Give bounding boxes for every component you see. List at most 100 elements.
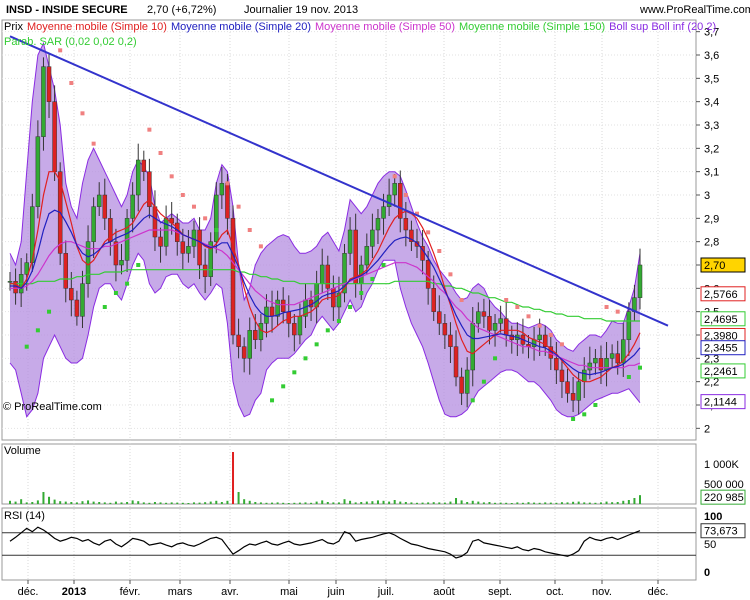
y-tick-label: 3,5 [704, 73, 719, 85]
candle-body [225, 183, 230, 219]
legend-bollinger: Boll sup Boll inf (20 2) [609, 21, 717, 33]
candle-body [565, 381, 570, 394]
candle-body [214, 194, 219, 242]
sar-dot [638, 365, 642, 370]
candle-body [347, 229, 353, 254]
x-tick-label: nov. [592, 586, 612, 598]
value-label-text: 2,4695 [704, 314, 738, 326]
volume-bar [460, 500, 463, 504]
sar-dot [147, 127, 152, 132]
sar-dot [91, 141, 96, 146]
sar-dot [459, 298, 464, 302]
sar-dot [470, 398, 475, 403]
volume-bar [315, 501, 318, 504]
candle-body [381, 206, 386, 219]
sar-dot [236, 204, 241, 209]
candle-body [576, 381, 581, 401]
candle-body [102, 194, 108, 219]
candle-body [448, 334, 453, 347]
candle-body [375, 218, 381, 231]
candle-body [492, 323, 498, 331]
volume-bar [198, 502, 201, 504]
volume-bar [332, 502, 335, 504]
sar-dot [392, 174, 397, 179]
volume-bar [443, 502, 446, 504]
value-label-text: 2,2461 [704, 366, 738, 378]
volume-bar [226, 500, 229, 504]
volume-bar [92, 501, 95, 504]
volume-bar [555, 502, 558, 504]
volume-bar [131, 500, 134, 504]
candle-body [152, 206, 158, 238]
volume-bar [365, 501, 368, 504]
volume-bar [265, 502, 268, 504]
sar-dot [336, 319, 341, 323]
candle-body [637, 264, 643, 298]
sar-dot [481, 379, 486, 384]
volume-bar [549, 502, 552, 504]
candle-body [280, 299, 286, 312]
candle-body [437, 311, 442, 324]
candle-body [163, 218, 169, 247]
candle-body [570, 393, 576, 401]
volume-bar [181, 502, 184, 504]
volume-bar [605, 501, 608, 504]
sar-dot [247, 228, 252, 232]
sar-dot [537, 323, 542, 328]
volume-bar [192, 502, 195, 504]
volume-bar [432, 502, 435, 504]
sar-dot [136, 263, 141, 267]
candle-body [487, 316, 492, 331]
volume-bar [343, 499, 346, 504]
volume-bar [337, 502, 340, 504]
x-tick-label: juin [326, 586, 344, 598]
volume-bar [42, 492, 45, 504]
candle-body [403, 218, 409, 231]
volume-bar [588, 502, 591, 504]
rsi-tick-label: 0 [704, 567, 710, 579]
volume-bar [9, 500, 11, 504]
candle-body [35, 136, 41, 207]
brand-link[interactable]: www.ProRealTime.com [640, 4, 750, 16]
y-tick-label: 3 [704, 190, 710, 202]
volume-bar [293, 502, 296, 504]
volume-bar [360, 502, 363, 504]
volume-bar [36, 500, 39, 504]
candle-body [554, 358, 559, 371]
candle-body [41, 66, 46, 137]
x-tick-label: mai [280, 586, 298, 598]
volume-bar [611, 502, 614, 504]
volume-bar [583, 502, 586, 504]
volume-bar [20, 499, 23, 504]
candle-body [269, 306, 275, 317]
candle-body [219, 183, 225, 196]
volume-bar [298, 502, 301, 504]
volume-bar [187, 503, 190, 504]
volume-title: Volume [4, 445, 41, 457]
volume-bar [120, 502, 123, 504]
value-label-text: 2,5766 [704, 289, 738, 301]
volume-bar [165, 502, 168, 504]
x-tick-label: sept. [488, 586, 512, 598]
chart-stage: déc. 2013 févr. mars avr. mai juin juil. août sep… [0, 0, 750, 600]
sar-dot [437, 249, 442, 253]
sar-dot [604, 305, 609, 309]
volume-bar [14, 501, 17, 504]
candle-body [431, 288, 436, 312]
candle-body [46, 66, 52, 102]
volume-bar [404, 502, 407, 504]
volume-last-label: 220 985 [704, 492, 744, 504]
sar-dot [426, 230, 431, 235]
y-tick-label: 2,8 [704, 237, 719, 249]
candle-body [52, 101, 57, 172]
candle-body [96, 194, 102, 207]
volume-bar [494, 502, 497, 504]
volume-bar [232, 452, 235, 504]
sar-dot [626, 375, 631, 379]
x-tick-label: oct. [546, 586, 564, 598]
symbol-title: INSD - INSIDE SECURE [6, 4, 128, 16]
candle-body [581, 369, 587, 382]
sar-dot [526, 314, 531, 319]
volume-bar [204, 502, 207, 504]
x-tick-label: août [433, 586, 454, 598]
